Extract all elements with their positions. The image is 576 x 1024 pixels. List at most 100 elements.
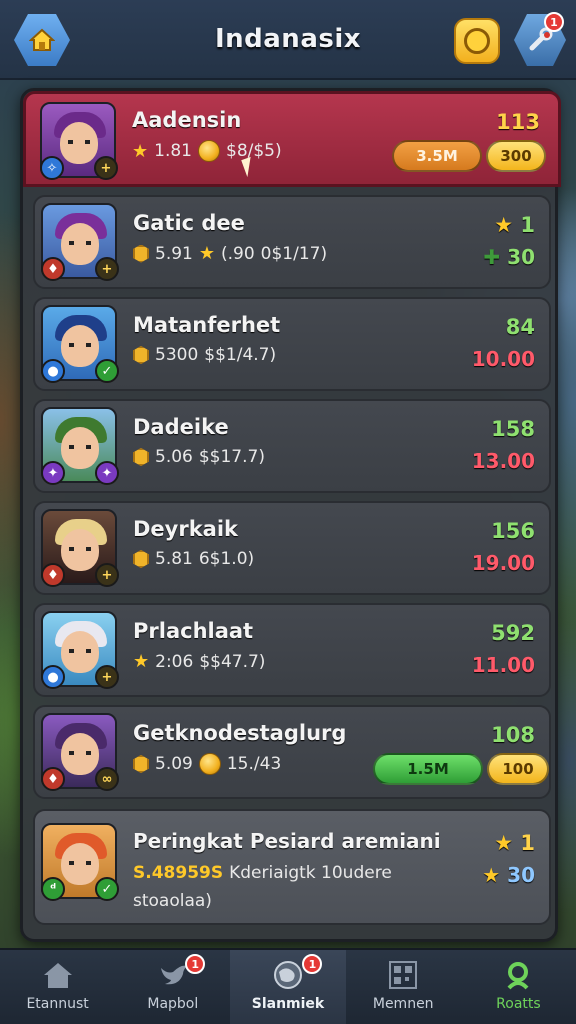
player-stats: 5.81 6$1.0): [133, 549, 254, 569]
avatar: ● ✓: [41, 305, 119, 383]
player-stats: ★ 1.81 $8/$5): [132, 140, 282, 162]
player-name: Prlachlaat: [133, 619, 254, 643]
notification-badge: 1: [302, 954, 323, 974]
class-badge-icon: ✦: [95, 461, 119, 485]
player-name: Getknodestaglurg: [133, 721, 347, 745]
nav-label: Etannust: [26, 996, 89, 1012]
nav-label: Mapbol: [147, 996, 199, 1012]
check-icon: ✓: [95, 359, 119, 383]
nav-item-ranking[interactable]: 1 Slanmiek: [230, 950, 346, 1024]
player-name: Aadensin: [132, 108, 242, 132]
avatar: ● +: [41, 611, 119, 689]
medal-icon: [133, 346, 149, 364]
nav-item-map[interactable]: 1 Mapbol: [115, 950, 230, 1024]
player-score: 108: [491, 723, 535, 747]
avatar: ♦ +: [41, 509, 119, 587]
player-stats: ★ 2:06 $$47.7): [133, 651, 266, 672]
coin-icon: [198, 140, 220, 162]
level-up-icon: +: [95, 665, 119, 689]
player-score: 158: [491, 417, 535, 441]
level-up-icon: +: [95, 563, 119, 587]
class-badge-icon: ●: [41, 359, 65, 383]
check-icon: ✓: [95, 877, 119, 901]
player-stats: 5300 $$1/4.7): [133, 345, 276, 365]
player-points: 19.00: [471, 551, 535, 575]
avatar: ✦ ✦: [41, 407, 119, 485]
home-icon: [29, 28, 55, 51]
currency-button[interactable]: [454, 18, 500, 64]
arrow-up-icon: ✚: [483, 245, 501, 269]
class-badge-icon: ✦: [41, 461, 65, 485]
level-up-icon: +: [94, 156, 118, 180]
player-name: Peringkat Pesiard aremiani: [133, 829, 441, 853]
search-icon: [500, 960, 536, 990]
leaderboard-row-2[interactable]: ♦ + Gatic dee 5.91 ★ (.90 0$1/17) ★ 1 ✚ …: [33, 195, 551, 289]
nav-label: Memnen: [372, 996, 434, 1012]
star-icon: ★: [132, 140, 149, 162]
home-button[interactable]: [14, 14, 70, 66]
avatar: ♦ ∞: [41, 713, 119, 791]
class-badge-icon: ♦: [41, 563, 65, 587]
top-bar: Indanasix 1: [0, 0, 576, 80]
player-stats: 5.06 $$17.7): [133, 447, 265, 467]
class-badge-icon: ♦: [41, 257, 65, 281]
star-icon: ★: [494, 831, 514, 855]
player-name: Dadeike: [133, 415, 229, 439]
star-icon: ★: [133, 651, 150, 672]
medal-icon: [133, 755, 149, 773]
player-score: 84: [505, 315, 535, 339]
medal-icon: [133, 448, 149, 466]
avatar: ♦ +: [41, 203, 119, 281]
player-name: Deyrkaik: [133, 517, 239, 541]
star-icon: ★: [494, 213, 514, 237]
class-badge-icon: ✧: [40, 156, 64, 180]
settings-notification-badge: 1: [544, 12, 564, 32]
medal-icon: [133, 244, 149, 263]
globe-icon: [270, 960, 306, 990]
class-badge-icon: ●: [41, 665, 65, 689]
leaderboard-row-1[interactable]: ✧ + Aadensin ★ 1.81 $8/$5) 113 3.5M 300: [23, 91, 561, 187]
coin-icon: [464, 28, 490, 54]
player-stats-extra: stoaolaa): [133, 891, 212, 911]
player-points: ✚ 30: [483, 245, 535, 269]
page-title: Indanasix: [214, 24, 362, 54]
class-badge-icon: ᵈ: [41, 877, 65, 901]
star-icon: ★: [198, 243, 215, 264]
home-icon: [40, 960, 76, 990]
player-name: Matanferhet: [133, 313, 281, 337]
class-badge-icon: ∞: [95, 767, 119, 791]
leaderboard-row-7[interactable]: ♦ ∞ Getknodestaglurg 5.09 15./43 108 1.5…: [33, 705, 551, 799]
player-stats: 5.09 15./43: [133, 753, 281, 775]
leaderboard-row-5[interactable]: ♦ + Deyrkaik 5.81 6$1.0) 156 19.00: [33, 501, 551, 595]
reward-pill-button[interactable]: 1.5M: [373, 753, 483, 785]
player-name: Gatic dee: [133, 211, 245, 235]
nav-item-home[interactable]: Etannust: [0, 950, 115, 1024]
leaderboard-row-3[interactable]: ● ✓ Matanferhet 5300 $$1/4.7) 84 10.00: [33, 297, 551, 391]
claim-pill-button[interactable]: 300: [486, 140, 546, 172]
claim-pill-button[interactable]: 100: [487, 753, 549, 785]
player-points: ★ 30: [482, 863, 535, 887]
nav-label: Slanmiek: [251, 996, 325, 1012]
player-score: 113: [496, 110, 540, 134]
star-icon: ★: [482, 863, 501, 887]
nav-item-members[interactable]: Memnen: [346, 950, 461, 1024]
player-score: 156: [491, 519, 535, 543]
class-badge-icon: ♦: [41, 767, 65, 791]
player-stats: S.48959S Kderiaigtk 10udere: [133, 863, 392, 883]
player-points: 13.00: [471, 449, 535, 473]
level-up-icon: +: [95, 257, 119, 281]
player-score: 592: [491, 621, 535, 645]
nav-item-results[interactable]: Roatts: [461, 950, 576, 1024]
medal-icon: [133, 550, 149, 568]
leaderboard-row-6[interactable]: ● + Prlachlaat ★ 2:06 $$47.7) 592 11.00: [33, 603, 551, 697]
player-points: 11.00: [471, 653, 535, 677]
notification-badge: 1: [185, 954, 206, 974]
my-rank-row[interactable]: ᵈ ✓ Peringkat Pesiard aremiani S.48959S …: [33, 809, 551, 925]
qr-icon: [385, 960, 421, 990]
player-score: ★ 1: [494, 213, 535, 237]
player-points: 10.00: [471, 347, 535, 371]
leaderboard-panel: ✧ + Aadensin ★ 1.81 $8/$5) 113 3.5M 300 …: [20, 88, 561, 942]
leaderboard-row-4[interactable]: ✦ ✦ Dadeike 5.06 $$17.7) 158 13.00: [33, 399, 551, 493]
reward-pill-button[interactable]: 3.5M: [392, 140, 482, 172]
avatar: ᵈ ✓: [41, 823, 119, 901]
